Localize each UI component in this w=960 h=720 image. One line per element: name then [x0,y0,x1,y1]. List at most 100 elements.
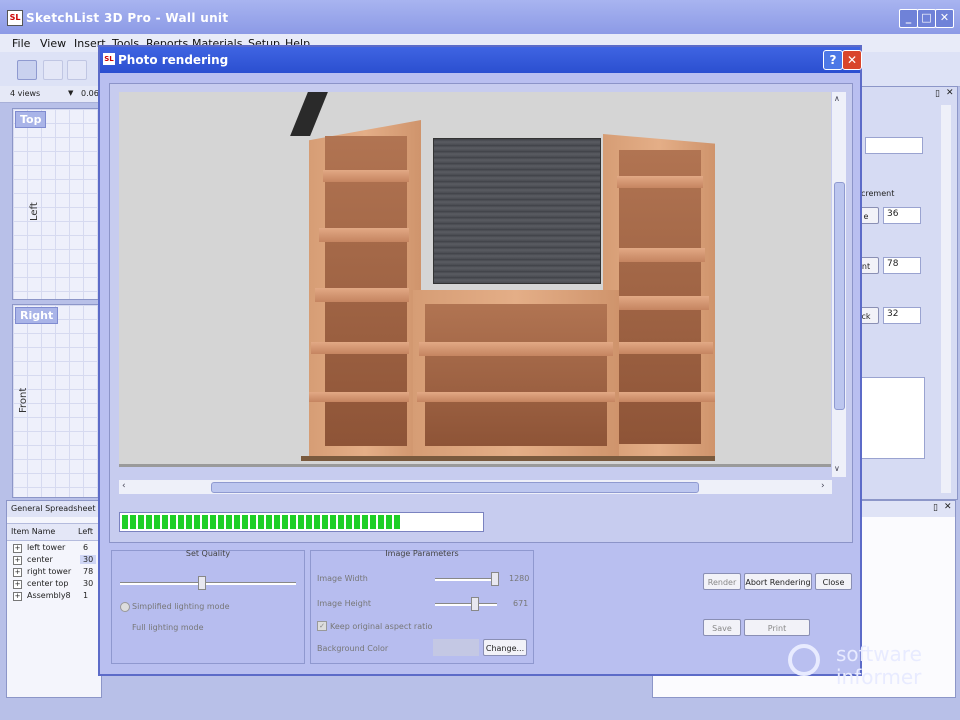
close-panel-icon[interactable]: ✕ [946,88,954,98]
close-button[interactable]: Close [815,573,852,590]
dialog-close-button[interactable]: ✕ [842,50,862,70]
quality-slider-thumb[interactable] [198,576,206,590]
render-viewport[interactable] [119,92,831,467]
properties-name-field[interactable] [865,137,923,154]
set-quality-title: Set Quality [185,549,231,558]
save-icon[interactable] [17,60,37,80]
floor [119,464,831,467]
table-row[interactable]: + Assembly8 1 [7,591,101,603]
shelf [323,170,409,182]
spreadsheet-title: General Spreadsheet [7,501,101,517]
full-lighting-label[interactable]: Full lighting mode [132,623,204,632]
keep-aspect-checkbox[interactable]: ✓ [317,621,327,631]
front-axis-label: Front [18,387,29,413]
horizontal-scroll-thumb[interactable] [211,482,699,493]
background-color-label: Background Color [317,644,389,653]
right-view-pane[interactable]: Right Front [12,304,100,498]
image-height-value: 671 [513,599,529,608]
render-button[interactable]: Render [703,573,741,590]
properties-panel: ▯ ✕ crement e 36 nt 78 ck 32 [852,86,958,500]
table-row[interactable]: + right tower 78 [7,567,101,579]
shelf [311,342,409,354]
change-color-button[interactable]: Change... [483,639,527,656]
close-panel-icon[interactable]: ✕ [944,502,952,512]
row-value: 78 [83,567,94,576]
minimize-button[interactable]: _ [899,9,918,28]
close-window-button[interactable]: ✕ [935,9,954,28]
save-button[interactable]: Save [703,619,741,636]
image-width-thumb[interactable] [491,572,499,586]
notes-area[interactable] [855,377,925,459]
row-name: center [27,555,53,564]
scroll-right-icon[interactable]: › [821,481,825,491]
scroll-left-icon[interactable]: ‹ [122,481,126,491]
table-row[interactable]: + center 30 [7,555,101,567]
views-select[interactable]: 4 views [10,89,40,98]
table-row[interactable]: + center top 30 [7,579,101,591]
menu-view[interactable]: View [40,37,66,50]
viewport-horizontal-scrollbar[interactable]: ‹ › [119,480,832,494]
chevron-down-icon[interactable]: ▼ [68,89,73,97]
abort-rendering-button[interactable]: Abort Rendering [744,573,812,590]
row-value: 30 [83,579,94,588]
maximize-button[interactable]: □ [917,9,936,28]
print-button[interactable]: Print [744,619,810,636]
undo-icon[interactable] [43,60,63,80]
top-view-pane[interactable]: Top Left [12,108,100,300]
help-button[interactable]: ? [823,50,843,70]
main-title-bar: SL SketchList 3D Pro - Wall unit _ □ ✕ [0,0,960,34]
scroll-up-icon[interactable]: ∧ [834,94,840,103]
top-view-tag: Top [15,111,47,128]
expand-icon[interactable]: + [13,592,22,601]
left-axis-label: Left [29,202,40,221]
pin-icon[interactable]: ▯ [933,503,938,513]
panel-scrollbar[interactable] [941,105,951,493]
table-row[interactable]: + left tower 6 [7,543,101,555]
row-name: Assembly8 [27,591,71,600]
simplified-lighting-radio[interactable] [120,602,130,612]
dialog-title: Photo rendering [118,53,229,67]
image-height-slider[interactable] [435,603,497,606]
image-width-value: 1280 [509,574,530,583]
dialog-app-icon: SL [103,53,115,65]
image-parameters-group: Image Parameters Image Width 1280 Image … [310,549,534,664]
width-field[interactable]: 36 [883,207,921,224]
vertical-scroll-thumb[interactable] [834,182,845,410]
expand-icon[interactable]: + [13,580,22,589]
menu-file[interactable]: File [12,37,30,50]
quality-slider-track[interactable] [120,582,296,585]
expand-icon[interactable]: + [13,544,22,553]
image-parameters-title: Image Parameters [385,549,459,558]
magnifier-icon [788,644,820,676]
image-width-label: Image Width [317,574,368,583]
center-base-back [425,304,607,446]
viewport-vertical-scrollbar[interactable]: ∧ ∨ [832,92,846,477]
spreadsheet-header: Item Name Left [7,523,101,541]
pin-icon[interactable]: ▯ [935,89,940,99]
height-field[interactable]: 78 [883,257,921,274]
column-left[interactable]: Left [78,527,93,536]
shelf [309,392,409,402]
image-height-label: Image Height [317,599,372,608]
shelf [619,248,705,262]
scroll-down-icon[interactable]: ∨ [834,464,840,473]
image-height-thumb[interactable] [471,597,479,611]
set-quality-group: Set Quality Simplified lighting mode Ful… [111,549,305,664]
window-title: SketchList 3D Pro - Wall unit [26,11,229,25]
background-color-swatch [433,639,479,656]
depth-field[interactable]: 32 [883,307,921,324]
image-width-slider[interactable] [435,578,497,581]
shelf [617,176,703,188]
shelf [419,342,613,356]
cabinet-base-shadow [301,456,715,461]
dark-panel [433,138,601,284]
column-item-name[interactable]: Item Name [11,527,55,536]
render-frame: ∧ ∨ ‹ › [109,83,853,543]
lamp-stand [290,92,328,136]
row-value: 6 [83,543,89,552]
zoom-value: 0.06 [81,89,99,98]
expand-icon[interactable]: + [13,556,22,565]
redo-icon[interactable] [67,60,87,80]
expand-icon[interactable]: + [13,568,22,577]
row-name: left tower [27,543,66,552]
